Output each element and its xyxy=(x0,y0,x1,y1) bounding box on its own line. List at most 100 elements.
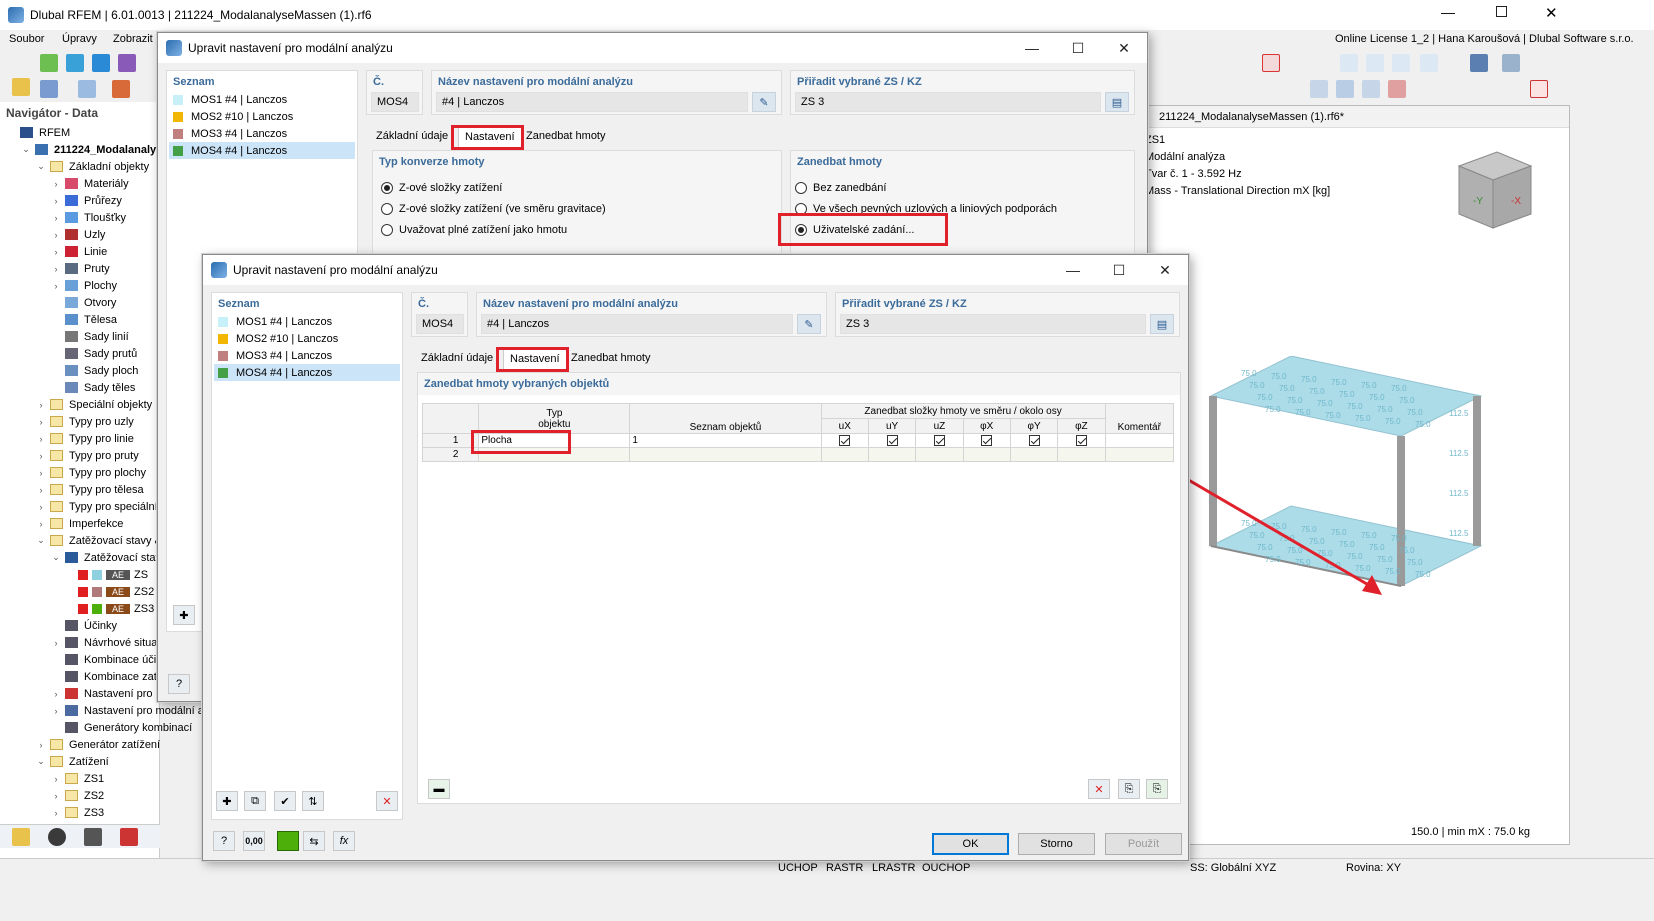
status-lgrid[interactable]: LRASTR xyxy=(872,862,915,874)
nav-item[interactable]: Sady linií xyxy=(0,328,129,345)
edit-name-icon[interactable]: ✎ xyxy=(752,92,776,112)
model-icon[interactable] xyxy=(92,54,110,72)
nav-item[interactable]: › Linie xyxy=(0,243,108,260)
snap-icon[interactable] xyxy=(1388,80,1406,98)
nav-item[interactable]: ⌄ Zatěžovací stav xyxy=(0,549,161,566)
list-item-mos4[interactable]: MOS4 #4 | Lanczos xyxy=(169,142,355,159)
color-icon[interactable] xyxy=(277,831,299,851)
list-item-mos1[interactable]: MOS1 #4 | Lanczos xyxy=(214,313,400,330)
cancel-tool-icon[interactable] xyxy=(1530,80,1548,98)
nav-item[interactable]: RFEM xyxy=(0,124,70,141)
close-icon[interactable]: ✕ xyxy=(1545,4,1558,22)
expand-icon[interactable]: › xyxy=(36,519,46,529)
tab-basic-2[interactable]: Základní údaje xyxy=(415,349,499,369)
checkbox-icon[interactable] xyxy=(981,434,993,446)
minimize-icon[interactable]: — xyxy=(1441,4,1455,20)
section-tool-icon[interactable] xyxy=(78,80,96,98)
component-cell[interactable] xyxy=(820,447,869,462)
object-list-cell[interactable] xyxy=(629,447,822,462)
grid2-icon[interactable] xyxy=(1336,80,1354,98)
expand-icon[interactable]: › xyxy=(51,179,61,189)
expand-icon[interactable]: › xyxy=(51,281,61,291)
expand-icon[interactable]: › xyxy=(36,502,46,512)
expand-icon[interactable]: › xyxy=(51,774,61,784)
expand-icon[interactable]: › xyxy=(51,230,61,240)
grid3-icon[interactable] xyxy=(1362,80,1380,98)
delete-red-icon[interactable] xyxy=(1262,54,1280,72)
nav-item[interactable]: ⌄ Zatížení xyxy=(0,753,109,770)
menu-zobrazit[interactable]: Zobrazit xyxy=(113,33,153,45)
expand-icon[interactable]: ⌄ xyxy=(21,144,31,155)
dialog-front-maximize-icon[interactable]: ☐ xyxy=(1096,255,1142,285)
checkbox-icon[interactable] xyxy=(1075,434,1087,446)
nav-item[interactable]: Kombinace účin xyxy=(0,651,162,668)
no-field-2[interactable]: MOS4 xyxy=(416,314,464,334)
refresh-icon[interactable] xyxy=(66,54,84,72)
checkbox-icon[interactable] xyxy=(1028,434,1040,446)
nav-item[interactable]: › Typy pro plochy xyxy=(0,464,147,481)
nav-item[interactable]: › Nastavení pro xyxy=(0,685,153,702)
dialog-back-maximize-icon[interactable]: ☐ xyxy=(1055,33,1101,63)
decimal-icon[interactable]: 0,00 xyxy=(243,831,265,851)
expand-icon[interactable]: › xyxy=(51,264,61,274)
checkbox-icon[interactable] xyxy=(886,434,898,446)
units-icon[interactable]: ⇆ xyxy=(303,831,325,851)
status-grid[interactable]: RASTR xyxy=(826,862,863,874)
help-icon[interactable]: ? xyxy=(168,674,190,694)
table-export-icon[interactable]: ⎘ xyxy=(1146,779,1168,799)
render-icon[interactable] xyxy=(1470,54,1488,72)
expand-icon[interactable]: › xyxy=(51,689,61,699)
comment-cell[interactable] xyxy=(1104,433,1175,448)
expand-icon[interactable]: › xyxy=(51,213,61,223)
nav-item[interactable]: › Speciální objekty xyxy=(0,396,153,413)
nav-item[interactable]: Sady prutů xyxy=(0,345,137,362)
expand-icon[interactable]: › xyxy=(36,434,46,444)
dialog-back-close-icon[interactable]: ✕ xyxy=(1101,33,1147,63)
wizard-icon[interactable] xyxy=(118,54,136,72)
expand-icon[interactable]: › xyxy=(51,791,61,801)
nav-results-tab-icon[interactable] xyxy=(120,828,138,846)
status-osnap[interactable]: OUCHOP xyxy=(922,862,970,874)
view-iso-icon[interactable] xyxy=(1420,54,1438,72)
nav-item[interactable]: › Typy pro speciální o xyxy=(0,498,167,515)
add-icon[interactable]: ✚ xyxy=(173,605,195,625)
table-delete-icon[interactable]: ✕ xyxy=(1088,779,1110,799)
list-item-mos3[interactable]: MOS3 #4 | Lanczos xyxy=(214,347,400,364)
nav-item[interactable]: › Plochy xyxy=(0,277,118,294)
nav-item[interactable]: Otvory xyxy=(0,294,116,311)
expand-icon[interactable]: ⌄ xyxy=(36,756,46,767)
expand-icon[interactable]: › xyxy=(51,706,61,716)
checkbox-icon[interactable] xyxy=(839,434,851,446)
nav-item[interactable]: AE ZS xyxy=(0,566,148,583)
cancel-button[interactable]: Storno xyxy=(1018,833,1095,855)
checkbox-icon[interactable] xyxy=(933,434,945,446)
nav-item[interactable]: › Nastavení pro modální a xyxy=(0,702,204,719)
menu-upravy[interactable]: Úpravy xyxy=(62,33,97,45)
load-tool-icon[interactable] xyxy=(112,80,130,98)
nav-item[interactable]: › ZS2 xyxy=(0,787,105,804)
component-cell[interactable] xyxy=(962,447,1011,462)
view-cube[interactable]: -Y -X xyxy=(1451,146,1535,232)
dialog-front-close-icon[interactable]: ✕ xyxy=(1142,255,1188,285)
help-icon[interactable]: ? xyxy=(213,831,235,851)
nav-item[interactable]: › Návrhové situac xyxy=(0,634,163,651)
expand-icon[interactable]: › xyxy=(51,638,61,648)
expand-icon[interactable]: › xyxy=(51,247,61,257)
conv-option-full[interactable]: Uvažovat plné zatížení jako hmotu xyxy=(381,224,567,236)
delete-icon[interactable]: ✕ xyxy=(376,791,398,811)
grid-icon[interactable] xyxy=(1310,80,1328,98)
line-tool-icon[interactable] xyxy=(40,80,58,98)
table-settings-icon[interactable]: ▬ xyxy=(428,779,450,799)
nav-item[interactable]: › Průřezy xyxy=(0,192,122,209)
dialog-back-minimize-icon[interactable]: — xyxy=(1009,33,1055,63)
nav-display-tab-icon[interactable] xyxy=(48,828,66,846)
tab-neglect-2[interactable]: Zanedbat hmoty xyxy=(565,349,657,369)
tab-neglect[interactable]: Zanedbat hmoty xyxy=(520,127,612,147)
component-cell[interactable] xyxy=(915,433,964,448)
expand-icon[interactable]: › xyxy=(36,485,46,495)
nav-item[interactable]: › Tloušťky xyxy=(0,209,127,226)
nav-item[interactable]: AE ZS2 xyxy=(0,583,154,600)
nav-item[interactable]: ⌄ 211224_Modalanalyse xyxy=(0,141,168,158)
nav-item[interactable]: ⌄ Základní objekty xyxy=(0,158,149,175)
formula-icon[interactable]: fx xyxy=(333,831,355,851)
